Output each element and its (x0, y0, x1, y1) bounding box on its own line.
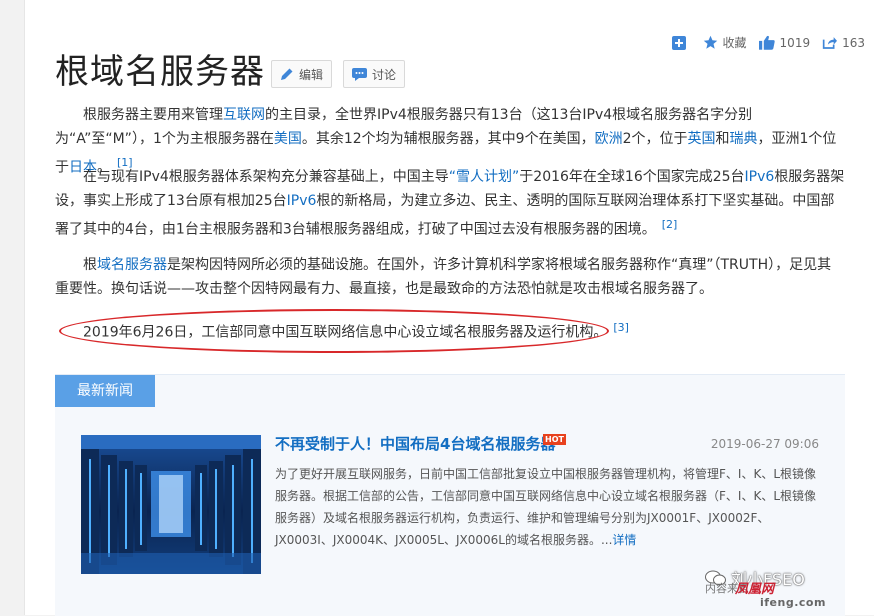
news-headline-link[interactable]: 不再受制于人！中国布局4台域名根服务器 (275, 433, 555, 454)
link-europe[interactable]: 欧洲 (595, 131, 623, 147)
like-button[interactable]: 1019 (758, 35, 811, 50)
hot-badge: HOT (543, 434, 566, 445)
text: 根 (83, 257, 97, 273)
page: 收藏 1019 163 根域名服务器 编辑 讨论 根服务器主要用来管理互联网的主… (24, 0, 874, 616)
share-icon (822, 36, 838, 49)
news-summary-text: 为了更好开展互联网服务，日前中国工信部批复设立中国根服务器管理机构，将管理F、I… (275, 467, 816, 547)
reference-3[interactable]: [3] (613, 321, 629, 334)
news-details-link[interactable]: 详情 (612, 533, 636, 547)
news-summary: 为了更好开展互联网服务，日前中国工信部批复设立中国根服务器管理机构，将管理F、I… (275, 463, 820, 551)
link-ipv6[interactable]: IPv6 (287, 193, 317, 209)
paragraph-snowman: 在与现有IPv4根服务器体系架构充分兼容基础上，中国主导“雪人计划”于2016年… (55, 165, 845, 242)
paragraph-announcement: 2019年6月26日，工信部同意中国互联网络信息中心设立域名根服务器及运行机构。… (55, 316, 845, 345)
highlighted-text: 2019年6月26日，工信部同意中国互联网络信息中心设立域名根服务器及运行机构。 (83, 324, 608, 341)
collect-label: 收藏 (722, 36, 747, 50)
edit-label: 编辑 (299, 67, 324, 82)
news-thumbnail[interactable] (81, 435, 261, 574)
text: 于2016年在全球16个国家完成25台 (519, 169, 745, 185)
tab-latest-news[interactable]: 最新新闻 (55, 375, 155, 407)
link-internet[interactable]: 互联网 (223, 107, 265, 123)
link-snowman-project[interactable]: “雪人计划” (449, 169, 520, 185)
text: 是架构因特网所必须的基础设施。在国外，许多计算机科学家将根域名服务器称作“真理”… (55, 257, 832, 297)
ifeng-logo: 凤凰网 (735, 582, 775, 597)
server-room-image (81, 435, 261, 574)
chat-icon (352, 67, 367, 81)
link-domain-server[interactable]: 域名服务器 (97, 257, 167, 273)
text: 2个，位于 (622, 131, 688, 147)
link-sweden[interactable]: 瑞典 (730, 131, 758, 147)
discuss-button[interactable]: 讨论 (343, 60, 406, 88)
discuss-label: 讨论 (372, 67, 397, 82)
text: 在与现有IPv4根服务器体系架构充分兼容基础上，中国主导 (83, 169, 449, 185)
edit-button[interactable]: 编辑 (271, 60, 333, 88)
pencil-icon (281, 68, 293, 80)
share-button[interactable]: 163 (822, 36, 865, 50)
text: 。其余12个均为辅根服务器，其中9个在美国， (301, 131, 595, 147)
link-uk[interactable]: 英国 (688, 131, 716, 147)
paragraph-importance: 根域名服务器是架构因特网所必须的基础设施。在国外，许多计算机科学家将根域名服务器… (55, 253, 845, 301)
page-title: 根域名服务器 (55, 52, 265, 92)
news-date: 2019-06-27 09:06 (710, 437, 819, 451)
reference-2[interactable]: [2] (662, 218, 678, 231)
action-bar: 收藏 1019 163 (660, 34, 865, 51)
text: 根服务器主要用来管理 (83, 107, 223, 123)
thumbs-up-icon (758, 35, 775, 50)
share-count: 163 (842, 35, 865, 50)
text: 和 (715, 131, 730, 147)
star-icon (703, 35, 717, 49)
link-usa[interactable]: 美国 (274, 131, 302, 147)
ifeng-domain: ifeng.com (760, 596, 826, 609)
add-button[interactable] (671, 35, 691, 50)
collect-button[interactable]: 收藏 (703, 34, 747, 51)
link-ipv6[interactable]: IPv6 (745, 169, 775, 185)
like-count: 1019 (779, 35, 811, 50)
plus-square-icon (671, 35, 686, 50)
